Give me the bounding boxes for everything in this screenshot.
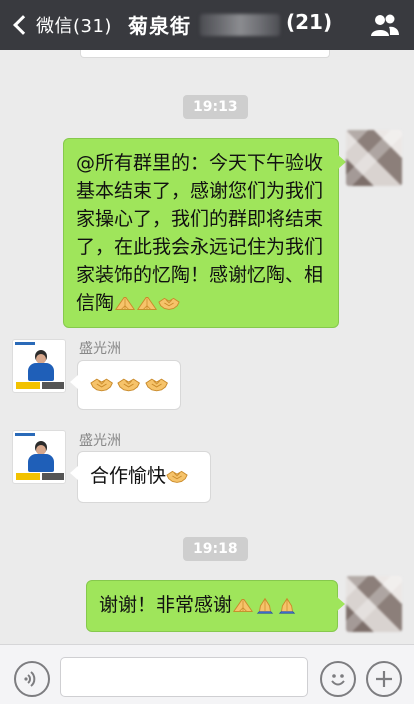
chat-area[interactable]: 19:13 @所有群里的：今天下午验收基本结束了，感谢您们为我们家操心了，我们的… [0, 50, 414, 644]
chevron-left-icon [13, 15, 33, 35]
folded-hands-emoji [136, 294, 158, 312]
group-members-button[interactable] [370, 12, 400, 38]
emoji-button[interactable] [320, 661, 356, 697]
group-icon [371, 14, 399, 36]
voice-icon [24, 671, 36, 687]
sender-name: 盛光洲 [79, 433, 121, 449]
outgoing-message[interactable]: 谢谢！非常感谢 [86, 580, 345, 632]
incoming-message[interactable] [70, 360, 181, 410]
folded-hands-emoji [114, 294, 136, 312]
plus-icon [376, 671, 392, 687]
message-text: 合作愉快 [90, 465, 167, 487]
input-bar [0, 644, 414, 704]
handshake-emoji [145, 375, 168, 393]
voice-button[interactable] [14, 661, 50, 697]
sender-name: 盛光洲 [79, 341, 121, 357]
my-avatar[interactable] [346, 576, 402, 632]
handshake-emoji [117, 375, 140, 393]
redacted-title-part [200, 14, 280, 36]
emoji-icon [331, 674, 345, 686]
handshake-emoji [90, 375, 113, 393]
praying-hands-emoji [254, 596, 276, 614]
incoming-message[interactable]: 合作愉快 [70, 451, 211, 503]
message-text: 谢谢！非常感谢 [99, 594, 233, 616]
previous-message-edge [80, 50, 330, 58]
timestamp: 19:18 [183, 537, 248, 561]
message-text: @所有群里的：今天下午验收基本结束了，感谢您们为我们家操心了，我们的群即将结束了… [76, 152, 324, 314]
more-button[interactable] [366, 661, 402, 697]
chat-header: 微信(31) 菊泉街 (21) [0, 0, 414, 50]
handshake-emoji [166, 467, 188, 485]
handshake-emoji [158, 294, 180, 312]
member-count: (21) [286, 10, 333, 34]
timestamp: 19:13 [183, 95, 248, 119]
outgoing-message[interactable]: @所有群里的：今天下午验收基本结束了，感谢您们为我们家操心了，我们的群即将结束了… [63, 138, 346, 328]
emoji-row [90, 375, 168, 393]
my-avatar[interactable] [346, 130, 402, 186]
back-button[interactable]: 微信(31) [8, 8, 112, 42]
message-input[interactable] [60, 657, 308, 697]
chat-title: 菊泉街 [128, 14, 191, 38]
folded-hands-emoji [232, 596, 254, 614]
sender-avatar[interactable] [12, 339, 66, 393]
back-label: 微信(31) [36, 16, 112, 37]
sender-avatar[interactable] [12, 430, 66, 484]
praying-hands-emoji [276, 596, 298, 614]
